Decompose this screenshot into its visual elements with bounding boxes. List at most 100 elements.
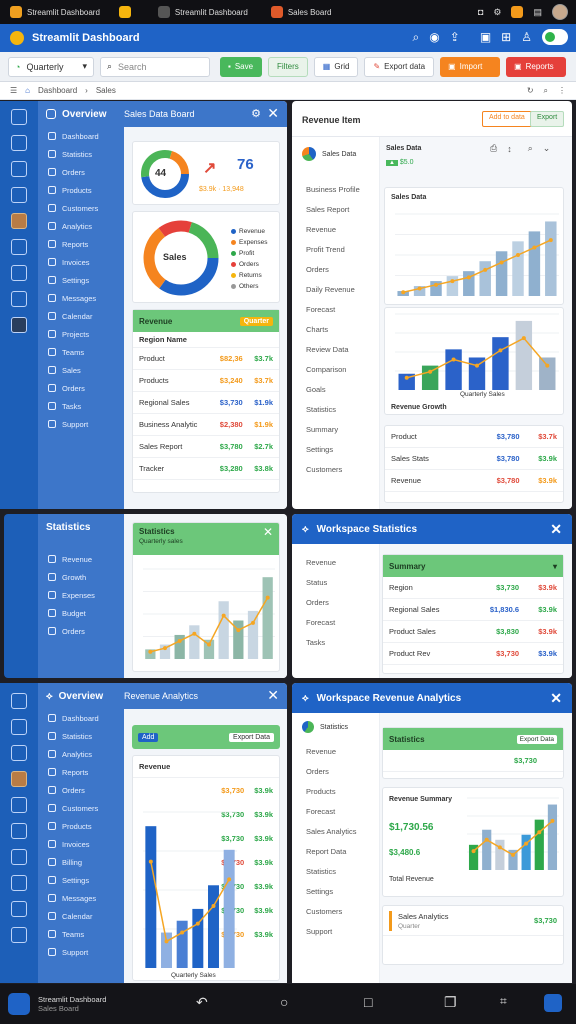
save-button[interactable]: ▪ Save xyxy=(220,56,262,77)
side-item[interactable]: Comparison xyxy=(292,359,379,379)
chevron-down-icon[interactable]: ⌄ xyxy=(543,143,551,154)
alert-icon[interactable] xyxy=(11,875,27,891)
refresh-icon[interactable]: ↻ xyxy=(527,86,534,96)
table-row[interactable]: Region $3,730 $3.9k xyxy=(383,577,563,599)
close-icon[interactable]: ✕ xyxy=(267,687,279,704)
lock-icon[interactable]: ⎙ xyxy=(490,143,497,154)
archive-icon[interactable] xyxy=(11,317,27,333)
nav-item[interactable]: Calendar xyxy=(38,307,124,325)
nav-item[interactable]: Billing xyxy=(38,853,124,871)
nav-item[interactable]: Analytics xyxy=(38,217,124,235)
side-item[interactable]: Support xyxy=(292,921,379,941)
more-icon[interactable]: ⋮ xyxy=(558,86,566,96)
nav-item[interactable]: Customers xyxy=(38,199,124,217)
settings-icon[interactable]: ⚙ xyxy=(251,107,261,120)
side-item[interactable]: Business Profile xyxy=(292,179,379,199)
side-item[interactable]: Tasks xyxy=(292,632,379,652)
side-item[interactable]: Forecast xyxy=(292,612,379,632)
export-button[interactable]: Export xyxy=(530,111,565,127)
side-item[interactable]: Daily Revenue xyxy=(292,279,379,299)
search-input[interactable]: ⌕ Search xyxy=(100,56,210,77)
close-icon[interactable]: ✕ xyxy=(550,690,562,707)
side-item[interactable]: Revenue xyxy=(292,552,379,572)
search-icon[interactable]: ⌕ xyxy=(528,143,533,154)
export-data-button[interactable]: Export Data xyxy=(516,734,557,744)
nav-item[interactable]: Products xyxy=(38,181,124,199)
calendar-icon[interactable] xyxy=(11,213,27,229)
chat-icon[interactable] xyxy=(11,823,27,839)
leaf-icon[interactable] xyxy=(11,265,27,281)
nav-item[interactable]: Orders xyxy=(38,622,124,640)
report-icon[interactable] xyxy=(11,797,27,813)
side-item[interactable]: Statistics xyxy=(292,861,379,881)
nav-item[interactable]: Calendar xyxy=(38,907,124,925)
document-icon[interactable] xyxy=(11,771,27,787)
nav-item[interactable]: Expenses xyxy=(38,586,124,604)
side-item[interactable]: Revenue xyxy=(292,741,379,761)
side-item[interactable]: Sales Report xyxy=(292,199,379,219)
users-icon[interactable] xyxy=(11,239,27,255)
nav-item[interactable]: Statistics xyxy=(38,145,124,163)
menu-icon[interactable]: ☰ xyxy=(10,86,17,95)
nav-item[interactable]: Orders xyxy=(38,379,124,397)
side-item[interactable]: Orders xyxy=(292,259,379,279)
globe-icon[interactable] xyxy=(11,901,27,917)
chart-icon[interactable] xyxy=(11,161,27,177)
account-icon[interactable]: ◉ xyxy=(429,30,439,44)
shortcut-icon[interactable]: ⌗ xyxy=(500,994,507,1009)
import-button[interactable]: ▣ Import xyxy=(440,56,501,77)
nav-item[interactable]: Teams xyxy=(38,925,124,943)
nav-item[interactable]: Reports xyxy=(38,763,124,781)
side-item[interactable]: Orders xyxy=(292,592,379,612)
table-row[interactable]: Sales Report $3,780 $2.7k xyxy=(133,436,279,458)
side-item[interactable]: Summary xyxy=(292,419,379,439)
nav-item[interactable]: Orders xyxy=(38,781,124,799)
side-item[interactable]: Products xyxy=(292,781,379,801)
nav-item[interactable]: Support xyxy=(38,943,124,961)
pen-icon[interactable] xyxy=(11,291,27,307)
status-tab2-label[interactable]: Sales Board xyxy=(288,8,332,17)
nav-item[interactable]: Orders xyxy=(38,163,124,181)
table-row[interactable]: Tracker $3,280 $3.8k xyxy=(133,458,279,480)
side-item[interactable]: Settings xyxy=(292,881,379,901)
share-icon[interactable]: ⇪ xyxy=(450,30,460,44)
table-icon[interactable] xyxy=(11,187,27,203)
nav-item[interactable]: Messages xyxy=(38,889,124,907)
home-icon[interactable]: ○ xyxy=(280,994,288,1010)
nav-item[interactable]: Tasks xyxy=(38,397,124,415)
side-item[interactable]: Settings xyxy=(292,439,379,459)
close-icon[interactable]: ✕ xyxy=(267,105,279,122)
home-icon[interactable]: ⌂ xyxy=(25,86,30,95)
search-icon[interactable]: ⌕ xyxy=(413,30,420,45)
grid-icon[interactable]: ⊞ xyxy=(501,30,511,44)
side-item[interactable]: Orders xyxy=(292,761,379,781)
side-item[interactable]: Report Data xyxy=(292,841,379,861)
add-data-button[interactable]: Add to data xyxy=(482,111,532,127)
close-icon[interactable]: ✕ xyxy=(550,521,562,538)
side-item[interactable]: Charts xyxy=(292,319,379,339)
side-item[interactable]: Status xyxy=(292,572,379,592)
nav-item[interactable]: Projects xyxy=(38,325,124,343)
table-row[interactable]: Regional Sales $3,730 $1.9k xyxy=(133,392,279,414)
nav-item[interactable]: Dashboard xyxy=(38,709,124,727)
nav-item[interactable]: Budget xyxy=(38,604,124,622)
dashboard-icon[interactable] xyxy=(11,109,27,125)
nav-item[interactable]: Invoices xyxy=(38,835,124,853)
status-tab-label[interactable]: Streamlit Dashboard xyxy=(175,8,248,17)
side-item[interactable]: Sales Analytics xyxy=(292,821,379,841)
nav-item[interactable]: Teams xyxy=(38,343,124,361)
table-row[interactable]: Business Analytic $2,380 $1.9k xyxy=(133,414,279,436)
side-item[interactable]: Forecast xyxy=(292,299,379,319)
side-item[interactable]: Review Data xyxy=(292,339,379,359)
app-icon[interactable] xyxy=(8,993,30,1015)
nav-item[interactable]: Messages xyxy=(38,289,124,307)
export-data-button[interactable]: Export Data xyxy=(229,732,274,742)
dashboard-icon[interactable] xyxy=(11,693,27,709)
filter-button[interactable]: Filters xyxy=(268,56,308,77)
nav-item[interactable]: Sales xyxy=(38,361,124,379)
nav-item[interactable]: Products xyxy=(38,817,124,835)
table-row[interactable]: Product $3,780 $3.7k xyxy=(385,426,563,448)
nav-item[interactable]: Settings xyxy=(38,271,124,289)
table-row[interactable]: Revenue $3,780 $3.9k xyxy=(385,470,563,492)
recents-icon[interactable]: □ xyxy=(364,994,372,1010)
